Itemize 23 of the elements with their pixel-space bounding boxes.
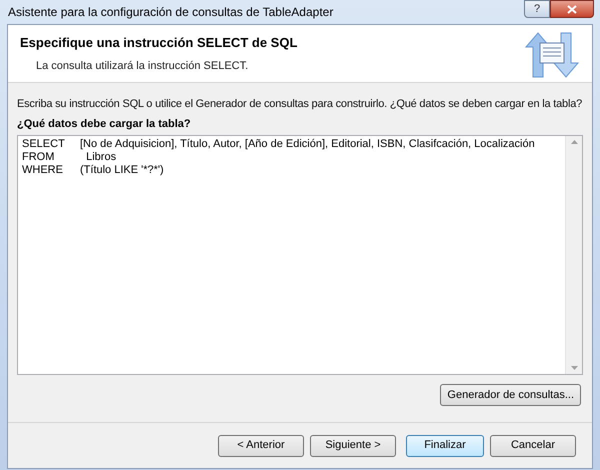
query-text-area[interactable]: SELECT [No de Adquisicion], Título, Autor, [Año de Edición], Editorial, ISBN, Clasifcación, Localización FROM Libros WHERE (Título LIKE '*?*') [17,135,583,375]
query-label: ¿Qué datos debe cargar la tabla? [17,116,192,132]
sql-keyword: SELECT [22,138,66,151]
scrollbar[interactable] [565,136,582,374]
close-button[interactable] [550,0,594,18]
sql-clause: (Título LIKE '*?*') [80,164,164,177]
sql-keyword: WHERE [22,164,64,177]
close-icon [567,4,577,14]
sql-clause: Libros [85,151,116,164]
dialog-button[interactable]: Cancelar [490,434,576,456]
dialog-button[interactable]: Siguiente > [310,434,396,456]
page-title: Especifique una instrucción SELECT de SQL [20,34,298,52]
query-builder-button[interactable]: Generador de consultas... [440,384,581,406]
page-subtitle: La consulta utilizará la instrucción SELECT. [36,58,250,74]
sql-keyword: FROM [22,151,56,164]
window-title: Asistente para la configuración de consultas de TableAdapter [8,4,334,21]
sql-clause: [No de Adquisicion], Título, Autor, [Año de Edición], Editorial, ISBN, Clasifcación, Localización [80,138,535,151]
instructions-text: Escriba su instrucción SQL o utilice el Generador de consultas para construirlo. ¿Qué datos se deben cargar en la tabla? [17,97,583,112]
dialog-button[interactable]: Finalizar [406,434,484,456]
scroll-up-icon[interactable] [570,140,578,144]
dialog-button[interactable]: < Anterior [218,434,304,456]
help-button[interactable]: ? [524,0,550,18]
scroll-down-icon[interactable] [570,366,578,370]
